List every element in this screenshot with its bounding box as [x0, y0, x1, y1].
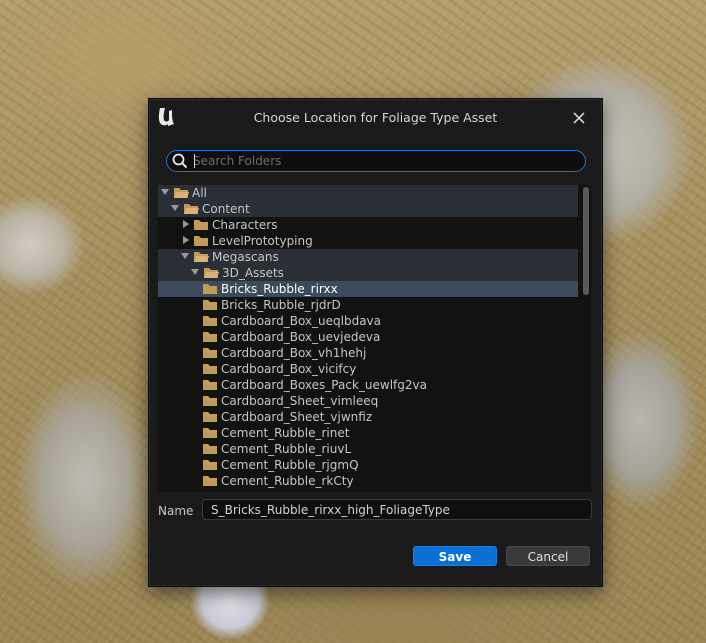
tree-row[interactable]: Cardboard_Box_vh1hehj	[158, 345, 578, 361]
folder-icon	[203, 364, 217, 374]
folder-tree[interactable]: All Content Characters LevelPrototyping Mega…	[158, 185, 591, 492]
tree-row[interactable]: Cardboard_Box_vicifcy	[158, 361, 578, 377]
tree-row[interactable]: 3D_Assets	[158, 265, 578, 281]
name-label: Name	[158, 504, 194, 518]
tree-row-label: Bricks_Rubble_rirxx	[221, 282, 338, 296]
folder-icon	[203, 412, 217, 422]
folder-icon	[203, 380, 217, 390]
tree-row[interactable]: Cement_Rubble_rjgmQ	[158, 457, 578, 473]
folder-icon	[203, 476, 217, 486]
folder-open-icon	[184, 204, 199, 214]
save-button[interactable]: Save	[413, 546, 497, 566]
close-icon	[573, 112, 585, 124]
text-caret	[194, 154, 195, 168]
folder-open-icon	[174, 188, 189, 198]
expand-arrow-icon[interactable]	[161, 189, 169, 195]
asset-name-input[interactable]	[202, 499, 592, 520]
tree-row-label: Megascans	[212, 250, 279, 264]
folder-icon	[203, 284, 217, 294]
folder-open-icon	[204, 268, 219, 278]
search-input[interactable]	[193, 151, 573, 171]
tree-row-label: Cardboard_Box_ueqlbdava	[221, 314, 382, 328]
tree-row-label: Cement_Rubble_rinet	[221, 426, 350, 440]
tree-row-label: Cardboard_Sheet_vjwnfiz	[221, 410, 373, 424]
tree-row[interactable]: Cardboard_Sheet_vjwnfiz	[158, 409, 578, 425]
tree-row[interactable]: LevelPrototyping	[158, 233, 578, 249]
expand-arrow-icon[interactable]	[171, 205, 179, 211]
tree-scrollbar[interactable]	[581, 185, 590, 492]
tree-row-label: Cardboard_Boxes_Pack_uewlfg2va	[221, 378, 427, 392]
tree-row[interactable]: Cement_Rubble_riuvL	[158, 441, 578, 457]
tree-row[interactable]: Cardboard_Box_uevjedeva	[158, 329, 578, 345]
folder-open-icon	[194, 252, 209, 262]
search-box[interactable]	[166, 150, 586, 172]
tree-row-label: Bricks_Rubble_rjdrD	[221, 298, 341, 312]
tree-row-label: Cardboard_Box_uevjedeva	[221, 330, 381, 344]
scrollbar-thumb[interactable]	[583, 187, 589, 295]
tree-row[interactable]: Cement_Rubble_rinet	[158, 425, 578, 441]
folder-icon	[194, 236, 208, 246]
tree-row[interactable]: All	[158, 185, 578, 201]
tree-row[interactable]: Content	[158, 201, 578, 217]
tree-row[interactable]: Cardboard_Sheet_vimleeq	[158, 393, 578, 409]
tree-row-label: All	[192, 186, 207, 200]
collapse-arrow-icon[interactable]	[183, 220, 189, 228]
tree-row[interactable]: Cement_Rubble_rkCty	[158, 473, 578, 489]
tree-row-label: 3D_Assets	[222, 266, 284, 280]
folder-icon	[203, 428, 217, 438]
folder-icon	[203, 460, 217, 470]
tree-row[interactable]: Cardboard_Box_ueqlbdava	[158, 313, 578, 329]
expand-arrow-icon[interactable]	[191, 269, 199, 275]
tree-row[interactable]: Cardboard_Boxes_Pack_uewlfg2va	[158, 377, 578, 393]
tree-row-label: Cardboard_Box_vicifcy	[221, 362, 357, 376]
folder-icon	[203, 316, 217, 326]
tree-row[interactable]: Characters	[158, 217, 578, 233]
tree-row-label: Content	[202, 202, 250, 216]
dialog-titlebar[interactable]: Choose Location for Foliage Type Asset	[149, 99, 602, 137]
choose-location-dialog: Choose Location for Foliage Type Asset A…	[148, 98, 603, 587]
tree-row-label: Cement_Rubble_rkCty	[221, 474, 354, 488]
tree-row-label: Cement_Rubble_riuvL	[221, 442, 352, 456]
folder-icon	[203, 300, 217, 310]
search-icon	[172, 153, 188, 169]
folder-icon	[203, 348, 217, 358]
tree-row-label: Cardboard_Sheet_vimleeq	[221, 394, 379, 408]
tree-row-label: Cement_Rubble_rjgmQ	[221, 458, 359, 472]
cancel-button[interactable]: Cancel	[506, 546, 590, 566]
tree-row[interactable]	[158, 489, 578, 492]
tree-row[interactable]: Megascans	[158, 249, 578, 265]
expand-arrow-icon[interactable]	[181, 253, 189, 259]
tree-row[interactable]: Bricks_Rubble_rjdrD	[158, 297, 578, 313]
dialog-title: Choose Location for Foliage Type Asset	[253, 110, 498, 125]
folder-icon	[203, 396, 217, 406]
folder-icon	[202, 490, 219, 492]
folder-icon	[194, 220, 208, 230]
tree-row-label: Characters	[212, 218, 278, 232]
tree-row-label: Cardboard_Box_vh1hehj	[221, 346, 367, 360]
folder-icon	[203, 444, 217, 454]
collapse-arrow-icon[interactable]	[183, 236, 189, 244]
tree-row[interactable]: Bricks_Rubble_rirxx	[158, 281, 578, 297]
folder-icon	[203, 332, 217, 342]
tree-row-label: LevelPrototyping	[212, 234, 313, 248]
close-button[interactable]	[570, 109, 588, 127]
